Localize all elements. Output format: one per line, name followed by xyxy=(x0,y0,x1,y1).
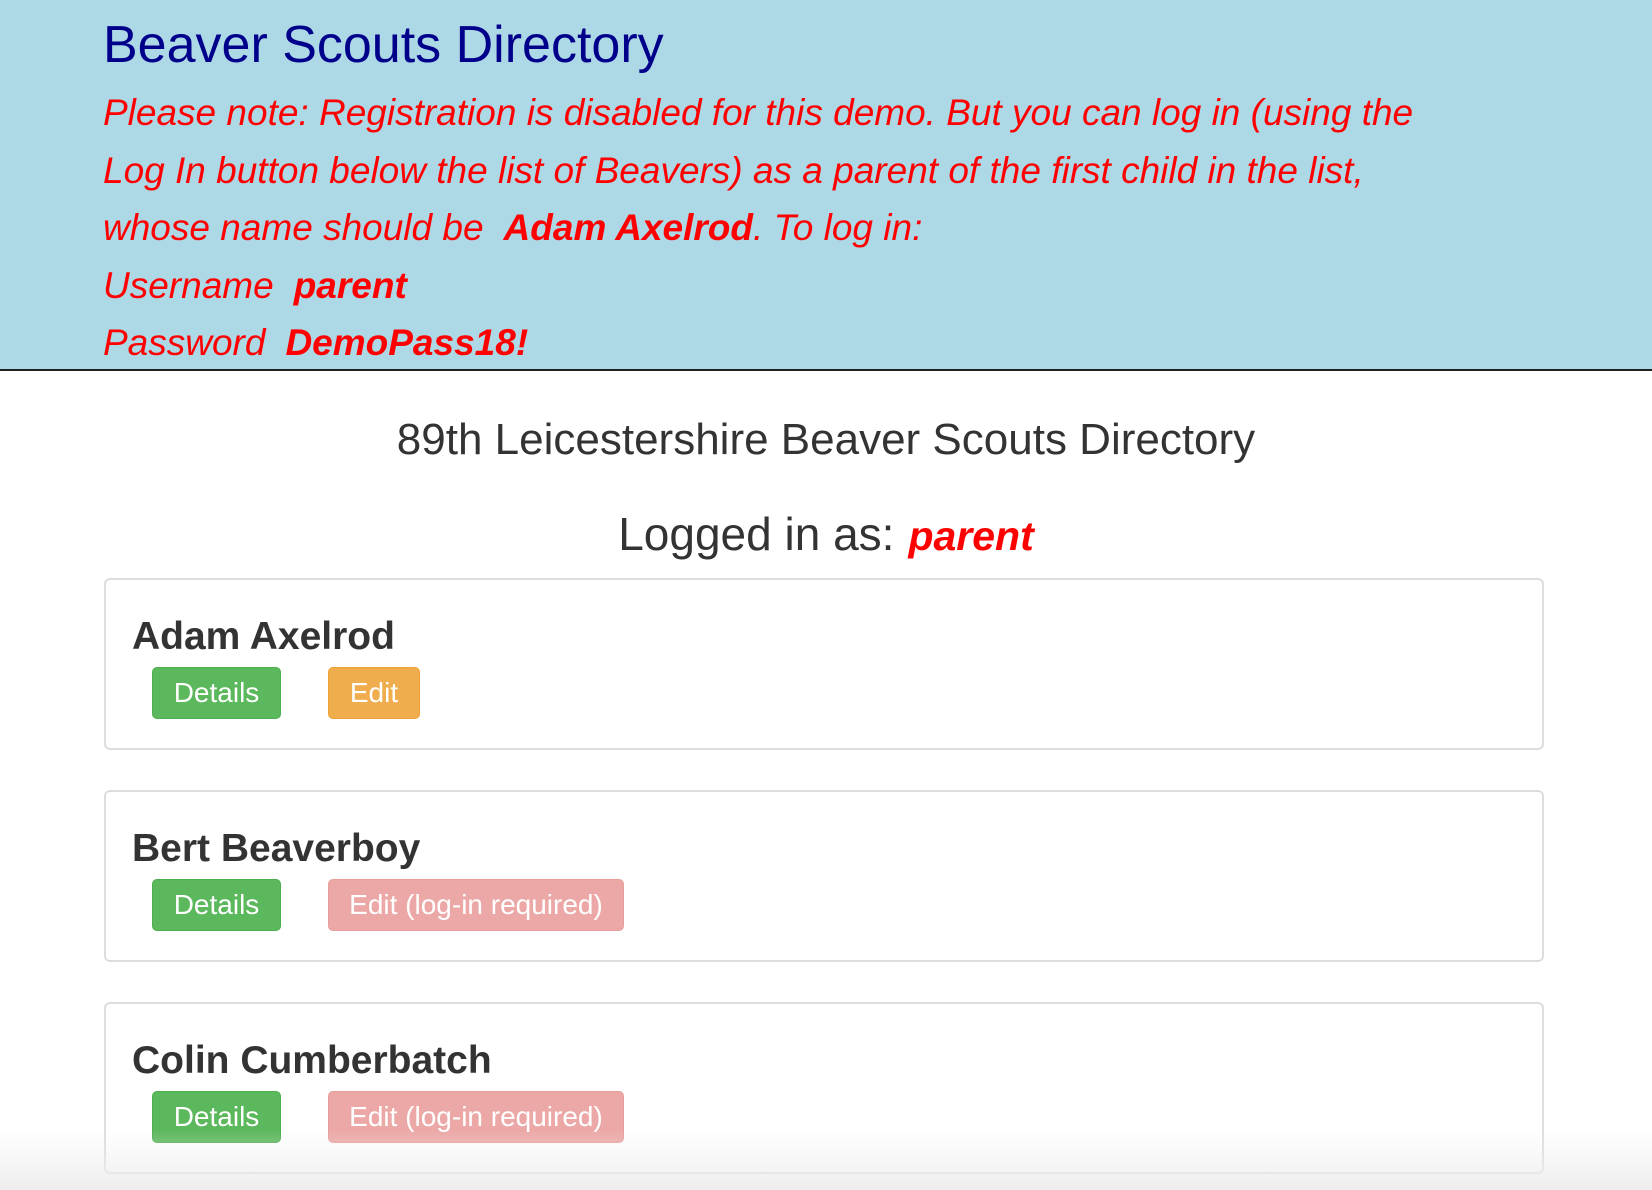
beaver-name: Adam Axelrod xyxy=(132,615,395,658)
edit-login-required-button[interactable]: Edit (log-in required) xyxy=(328,1091,624,1143)
notice-line-3: whose name should be Adam Axelrod. To log… xyxy=(103,199,1633,257)
banner-title: Beaver Scouts Directory xyxy=(103,16,664,74)
details-button[interactable]: Details xyxy=(152,667,281,719)
logged-in-label: Logged in as: xyxy=(618,508,895,560)
password-line: Password DemoPass18! xyxy=(103,314,1633,372)
username-line: Username parent xyxy=(103,257,1633,315)
password-label: Password xyxy=(103,322,266,363)
edit-button[interactable]: Edit xyxy=(328,667,420,719)
demo-notice: Please note: Registration is disabled fo… xyxy=(103,84,1633,372)
username-value: parent xyxy=(293,264,407,306)
demo-child-name: Adam Axelrod xyxy=(503,207,754,248)
beaver-name: Colin Cumberbatch xyxy=(132,1039,492,1082)
beaver-card: Bert Beaverboy Details Edit (log-in requ… xyxy=(104,790,1544,962)
notice-line-3-prefix: whose name should be xyxy=(103,207,484,248)
page-title: 89th Leicestershire Beaver Scouts Direct… xyxy=(396,415,1256,464)
notice-line-1: Please note: Registration is disabled fo… xyxy=(103,92,1414,133)
details-button[interactable]: Details xyxy=(152,879,281,931)
demo-banner: Beaver Scouts Directory Please note: Reg… xyxy=(0,0,1652,371)
notice-line-3-suffix: . To log in: xyxy=(753,207,923,248)
username-label: Username xyxy=(103,264,274,306)
beaver-card: Colin Cumberbatch Details Edit (log-in r… xyxy=(104,1002,1544,1174)
password-value: DemoPass18! xyxy=(285,322,529,363)
logged-in-user: parent xyxy=(908,513,1034,559)
details-button[interactable]: Details xyxy=(152,1091,281,1143)
logged-in-status: Logged in as: parent xyxy=(0,503,1652,567)
beaver-card: Adam Axelrod Details Edit xyxy=(104,578,1544,750)
edit-login-required-button[interactable]: Edit (log-in required) xyxy=(328,879,624,931)
beaver-name: Bert Beaverboy xyxy=(132,827,421,870)
notice-line-2: Log In button below the list of Beavers)… xyxy=(103,149,1364,191)
